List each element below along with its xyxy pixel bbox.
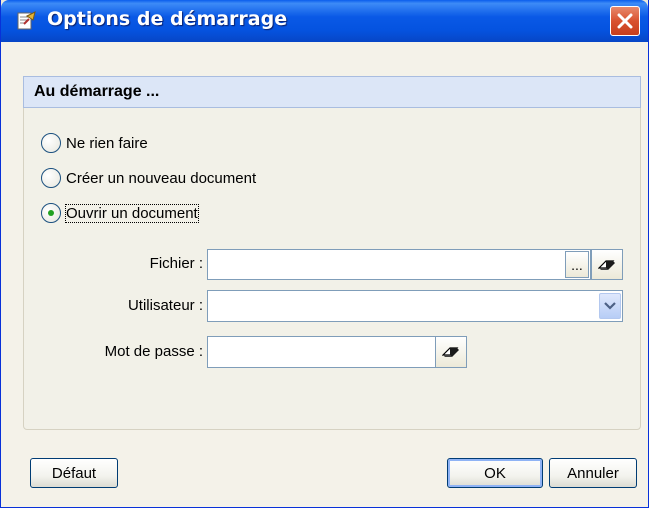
option-ne-rien-faire[interactable]: Ne rien faire xyxy=(41,131,148,155)
options-app-icon xyxy=(15,10,37,32)
option-label: Créer un nouveau document xyxy=(66,169,257,187)
utilisateur-label: Utilisateur : xyxy=(127,297,203,314)
radio-button[interactable] xyxy=(41,168,61,188)
eraser-icon xyxy=(442,347,459,357)
dialog-window: Options de démarrage Au démarrage ... Ne… xyxy=(0,0,649,508)
browse-label: ... xyxy=(571,256,583,273)
title-bar[interactable]: Options de démarrage xyxy=(1,0,648,42)
fichier-input[interactable] xyxy=(207,249,591,280)
defaut-button[interactable]: Défaut xyxy=(30,458,118,488)
fichier-label: Fichier : xyxy=(149,255,203,272)
option-ouvrir-document[interactable]: Ouvrir un document xyxy=(41,201,199,225)
utilisateur-dropdown-button[interactable] xyxy=(599,293,621,319)
clear-fichier-button[interactable] xyxy=(591,249,623,280)
radio-button-selected[interactable] xyxy=(41,203,61,223)
group-header: Au démarrage ... xyxy=(23,76,641,108)
mot-de-passe-label: Mot de passe : xyxy=(104,343,203,360)
annuler-button[interactable]: Annuler xyxy=(549,458,637,488)
clear-password-button[interactable] xyxy=(435,336,467,368)
close-icon xyxy=(617,13,633,29)
close-button[interactable] xyxy=(610,6,640,36)
option-creer-document[interactable]: Créer un nouveau document xyxy=(41,166,256,190)
option-label: Ouvrir un document xyxy=(65,203,199,223)
radio-button[interactable] xyxy=(41,133,61,153)
browse-button[interactable]: ... xyxy=(565,251,589,278)
mot-de-passe-input[interactable] xyxy=(207,336,467,368)
radio-selected-dot xyxy=(48,210,54,216)
utilisateur-select[interactable] xyxy=(207,290,623,322)
ok-button[interactable]: OK xyxy=(447,458,543,488)
dialog-content: Au démarrage ... Ne rien faire Créer un … xyxy=(1,42,648,507)
option-label: Ne rien faire xyxy=(66,134,148,152)
chevron-down-icon xyxy=(604,302,616,310)
eraser-icon xyxy=(598,259,615,270)
group-header-label: Au démarrage ... xyxy=(34,83,160,100)
window-title: Options de démarrage xyxy=(47,8,288,30)
